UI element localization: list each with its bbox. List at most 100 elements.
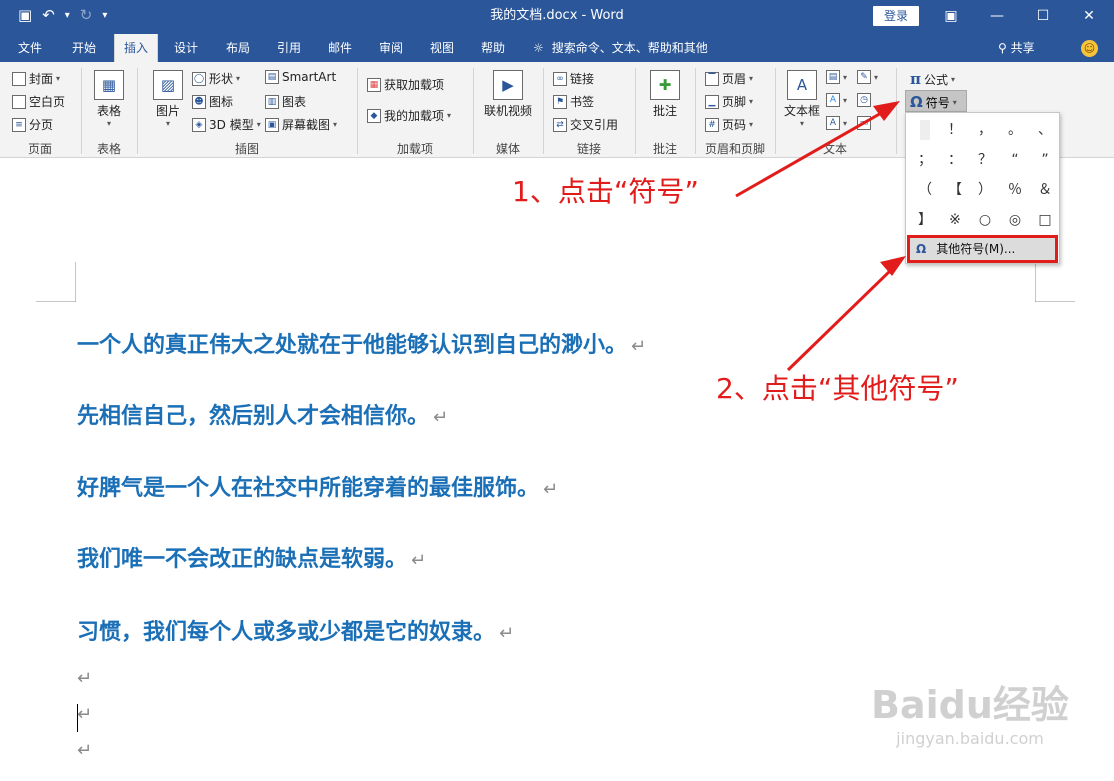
feedback-smiley-icon[interactable]: ☺ xyxy=(1081,40,1098,57)
footer-label: 页脚 xyxy=(722,95,747,109)
online-video-button[interactable]: ▶ 联机视频 xyxy=(480,70,536,119)
symbol-cell[interactable]: ＆ xyxy=(1030,175,1060,205)
redo-icon[interactable]: ↻ xyxy=(80,6,93,24)
cover-page-button[interactable]: 封面 ▾ xyxy=(12,70,60,87)
symbol-cell[interactable]: 、 xyxy=(1030,115,1060,145)
tab-help[interactable]: 帮助 xyxy=(471,34,515,62)
date-time-button[interactable]: ◷ xyxy=(857,93,871,107)
my-addins-button[interactable]: ◆ 我的加载项 ▾ xyxy=(367,107,451,124)
undo-icon[interactable]: ↶ xyxy=(42,6,55,24)
symbol-cell[interactable]: ， xyxy=(970,115,1000,145)
text-box-button[interactable]: A 文本框 ▾ xyxy=(782,70,822,128)
symbol-cell[interactable]: ○ xyxy=(970,205,1000,235)
baidu-watermark: Baidu经验 jingyan.baidu.com xyxy=(855,682,1085,772)
symbol-cell[interactable]: 【 xyxy=(940,175,970,205)
signature-line-button[interactable]: ✎ ▾ xyxy=(857,70,878,84)
symbol-cell[interactable]: ！ xyxy=(940,115,970,145)
blank-page-button[interactable]: 空白页 xyxy=(12,93,65,110)
page-break-icon: ≡ xyxy=(12,117,26,132)
object-button[interactable]: ▭ xyxy=(857,116,871,130)
more-symbols-button[interactable]: Ω 其他符号(M)... xyxy=(907,235,1058,263)
tab-review[interactable]: 审阅 xyxy=(369,34,413,62)
symbol-cell[interactable]: ※ xyxy=(940,205,970,235)
icons-button[interactable]: ☻ 图标 xyxy=(192,93,233,110)
footer-button[interactable]: ▁ 页脚 ▾ xyxy=(705,93,753,110)
wordart-icon: A xyxy=(826,93,840,107)
tab-design[interactable]: 设计 xyxy=(164,34,208,62)
blank-page-icon xyxy=(12,94,26,109)
get-addins-button[interactable]: ▦ 获取加载项 xyxy=(367,76,444,93)
quick-parts-button[interactable]: ▤ ▾ xyxy=(826,70,847,84)
symbol-cell[interactable]: （ xyxy=(910,175,940,205)
tab-view[interactable]: 视图 xyxy=(420,34,464,62)
screenshot-button[interactable]: ▣ 屏幕截图 ▾ xyxy=(265,116,337,133)
page-number-button[interactable]: # 页码 ▾ xyxy=(705,116,753,133)
ribbon-display-options-icon[interactable]: ▣ xyxy=(928,0,974,32)
close-button[interactable]: ✕ xyxy=(1066,0,1112,32)
cover-page-icon xyxy=(12,71,26,86)
document-paragraph[interactable]: 先相信自己，然后别人才会相信你。 ↵ xyxy=(77,398,448,430)
symbol-cell[interactable]: 】 xyxy=(910,205,940,235)
page-break-button[interactable]: ≡ 分页 xyxy=(12,116,53,133)
document-paragraph[interactable]: 好脾气是一个人在社交中所能穿着的最佳服饰。 ↵ xyxy=(77,470,558,502)
tab-insert[interactable]: 插入 xyxy=(114,34,158,62)
store-icon: ▦ xyxy=(367,77,381,92)
drop-cap-button[interactable]: A ▾ xyxy=(826,116,847,130)
symbol-cell[interactable]: ） xyxy=(970,175,1000,205)
group-label-addins: 加载项 xyxy=(396,142,433,156)
minimize-button[interactable]: — xyxy=(974,0,1020,32)
chart-label: 图表 xyxy=(282,95,307,109)
text-box-label: 文本框 xyxy=(783,104,820,118)
page-margin-mark-right xyxy=(1035,262,1075,302)
symbol-cell[interactable]: 。 xyxy=(1000,115,1030,145)
title-bar: ▣ ↶ ▾ ↻ ▾ 我的文档.docx - Word 登录 ▣ — ☐ ✕ xyxy=(0,0,1114,34)
symbol-dropdown: ！，。、 ；：？ “” （【）％＆ 】 ※ ○ ◎ □ Ω 其他符号(M)... xyxy=(905,112,1060,264)
table-icon: ▦ xyxy=(94,70,124,100)
document-paragraph[interactable]: 我们唯一不会改正的缺点是软弱。 ↵ xyxy=(77,541,426,573)
shapes-button[interactable]: ◯ 形状 ▾ xyxy=(192,70,240,87)
tell-me-search[interactable]: ☼ 搜索命令、文本、帮助和其他 xyxy=(533,34,708,62)
tab-home[interactable]: 开始 xyxy=(62,34,106,62)
link-button[interactable]: ∞ 链接 xyxy=(553,70,594,87)
share-button[interactable]: ⚲ 共享 xyxy=(998,34,1035,62)
symbol-cell[interactable]: ？ xyxy=(970,145,1000,175)
smartart-button[interactable]: ▤ SmartArt xyxy=(265,70,336,84)
symbol-cell[interactable]: ” xyxy=(1030,145,1060,175)
document-paragraph[interactable]: 一个人的真正伟大之处就在于他能够认识到自己的渺小。 ↵ xyxy=(77,327,646,359)
chart-icon: ▥ xyxy=(265,94,279,109)
customize-qat-icon[interactable]: ▾ xyxy=(102,10,107,21)
table-button[interactable]: ▦ 表格 ▾ xyxy=(88,70,130,128)
tab-mailings[interactable]: 邮件 xyxy=(318,34,362,62)
symbol-cell[interactable] xyxy=(910,115,940,145)
symbol-cell[interactable]: ； xyxy=(910,145,940,175)
table-label: 表格 xyxy=(96,104,121,118)
header-button[interactable]: ▔ 页眉 ▾ xyxy=(705,70,753,87)
cross-reference-button[interactable]: ⇄ 交叉引用 xyxy=(553,116,618,133)
wordart-button[interactable]: A ▾ xyxy=(826,93,847,107)
symbol-cell[interactable]: ％ xyxy=(1000,175,1030,205)
undo-dropdown-icon[interactable]: ▾ xyxy=(65,10,70,21)
maximize-button[interactable]: ☐ xyxy=(1020,0,1066,32)
login-button[interactable]: 登录 xyxy=(873,6,919,26)
chart-button[interactable]: ▥ 图表 xyxy=(265,93,306,110)
bookmark-button[interactable]: ⚑ 书签 xyxy=(553,93,594,110)
shapes-label: 形状 xyxy=(209,72,234,86)
page-break-label: 分页 xyxy=(29,118,54,132)
tab-references[interactable]: 引用 xyxy=(267,34,311,62)
3d-model-button[interactable]: ◈ 3D 模型 ▾ xyxy=(192,116,261,133)
equation-button[interactable]: π 公式 ▾ xyxy=(910,70,955,88)
tab-layout[interactable]: 布局 xyxy=(216,34,260,62)
shapes-icon: ◯ xyxy=(192,71,206,86)
symbol-cell[interactable]: “ xyxy=(1000,145,1030,175)
document-paragraph[interactable]: 习惯，我们每个人或多或少都是它的奴隶。 ↵ xyxy=(77,614,514,646)
picture-button[interactable]: ▨ 图片 ▾ xyxy=(148,70,188,128)
symbol-cell[interactable]: □ xyxy=(1030,205,1060,235)
symbol-cell[interactable]: ◎ xyxy=(1000,205,1030,235)
group-label-table: 表格 xyxy=(96,142,121,156)
comment-button[interactable]: ✚ 批注 xyxy=(645,70,685,119)
cross-reference-icon: ⇄ xyxy=(553,117,567,132)
tab-file[interactable]: 文件 xyxy=(8,34,52,62)
symbol-button-content[interactable]: Ω 符号 ▾ xyxy=(910,93,957,111)
save-icon[interactable]: ▣ xyxy=(18,6,32,24)
symbol-cell[interactable]: ： xyxy=(940,145,970,175)
